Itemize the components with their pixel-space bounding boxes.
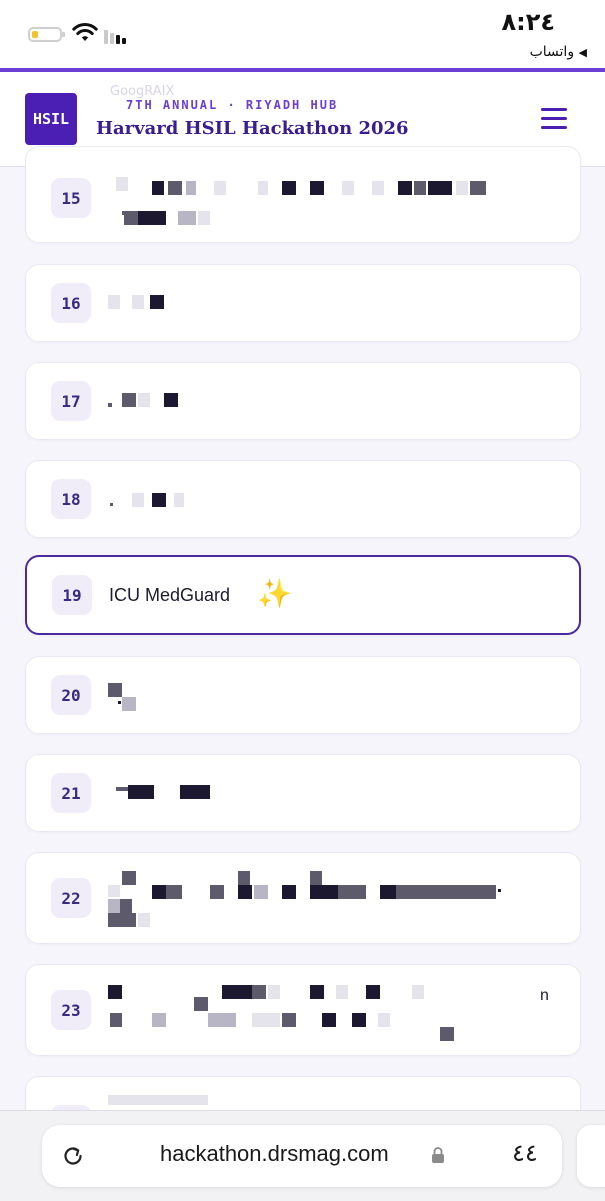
redacted-name-tail: n — [540, 987, 549, 1004]
team-number-badge: 18 — [51, 479, 91, 519]
reload-icon[interactable] — [60, 1143, 86, 1169]
next-tab-preview[interactable] — [577, 1125, 605, 1187]
team-number-badge: 20 — [51, 675, 91, 715]
status-bar: ٨:٢٤ ◀ واتساب — [0, 0, 605, 68]
team-name: ICU MedGuard — [109, 585, 231, 605]
battery-icon — [28, 27, 65, 42]
back-app-label: واتساب — [529, 44, 575, 60]
team-number-badge: 23 — [51, 990, 91, 1030]
team-item-21[interactable]: 21 — [25, 754, 581, 832]
url-text: hackathon.drsmag.com — [160, 1141, 389, 1166]
hamburger-menu-icon[interactable] — [541, 108, 567, 130]
browser-toolbar: hackathon.drsmag.com ٤٤ — [0, 1110, 605, 1201]
lock-icon — [432, 1147, 444, 1163]
tab-count-button[interactable]: ٤٤ — [512, 1139, 538, 1167]
team-item-18[interactable]: 18 — [25, 460, 581, 538]
team-number-badge: 16 — [51, 283, 91, 323]
team-number-badge: 21 — [51, 773, 91, 813]
logo-text: HSIL — [32, 110, 70, 128]
team-item-17[interactable]: 17 — [25, 362, 581, 440]
team-item-16[interactable]: 16 — [25, 264, 581, 342]
team-item-15[interactable]: 15 — [25, 146, 581, 243]
team-number-badge: 22 — [51, 878, 91, 918]
team-item-22[interactable]: 22 — [25, 852, 581, 944]
status-time: ٨:٢٤ — [501, 8, 555, 36]
team-item-19[interactable]: 19 ICU MedGuard ✨ — [25, 555, 581, 635]
team-number-badge: 19 — [52, 575, 92, 615]
wifi-icon — [72, 22, 98, 41]
address-bar[interactable]: hackathon.drsmag.com ٤٤ — [42, 1125, 562, 1187]
team-item-23[interactable]: 23 n — [25, 964, 581, 1056]
back-to-app-link[interactable]: ◀ واتساب — [530, 44, 587, 60]
header-eyebrow: 7TH ANNUAL · RIYADH HUB — [126, 98, 339, 112]
page-title: Harvard HSIL Hackathon 2026 — [96, 118, 409, 139]
sparkles-icon: ✨ — [257, 577, 292, 610]
team-item-20[interactable]: 20 — [25, 656, 581, 734]
cellular-signal-icon — [104, 26, 132, 44]
team-number-badge: 15 — [51, 178, 91, 218]
back-arrow-icon: ◀ — [578, 46, 587, 59]
hsil-logo[interactable]: HSIL — [25, 93, 77, 145]
faded-background-text: GoogRAIX — [110, 84, 175, 99]
team-number-badge: 17 — [51, 381, 91, 421]
